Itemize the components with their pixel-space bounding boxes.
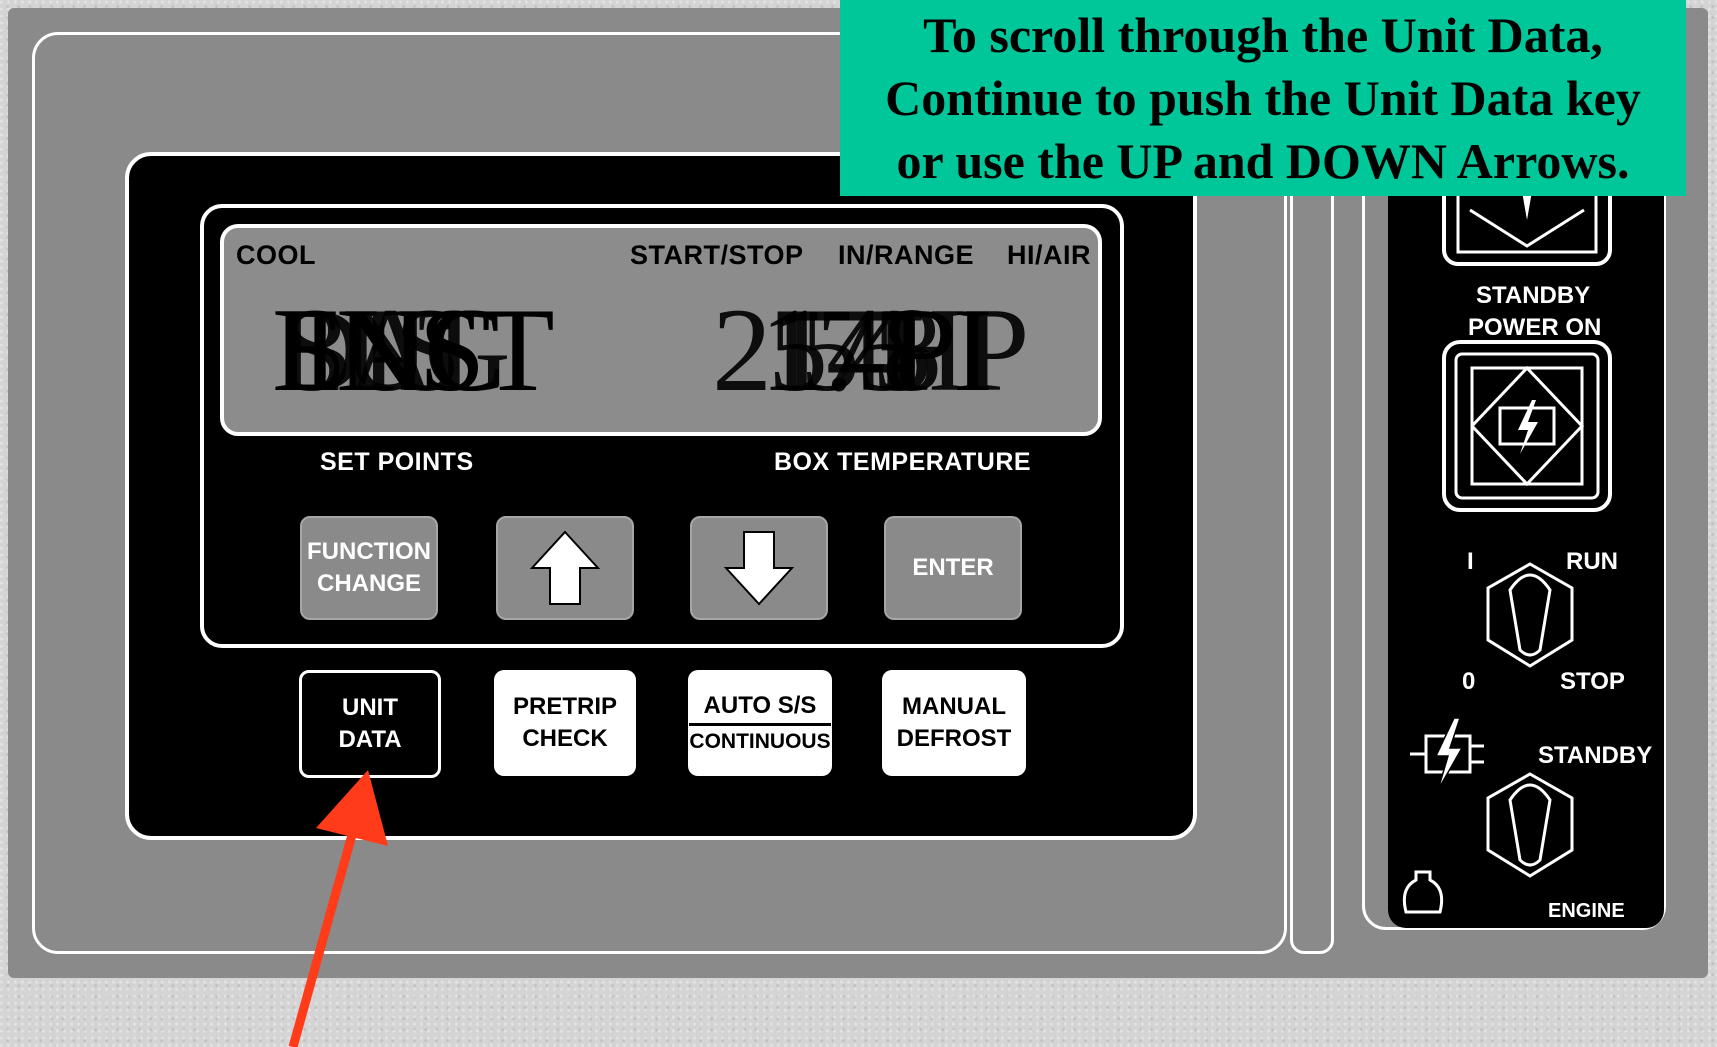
electric-motor-icon xyxy=(1410,717,1484,791)
continuous-label: CONTINUOUS xyxy=(689,729,831,753)
auto-ss-label: AUTO S/S xyxy=(689,689,831,726)
engine-icon xyxy=(1402,870,1444,914)
manual-defrost-label-1: MANUAL xyxy=(902,693,1006,720)
stop-label: STOP xyxy=(1560,668,1625,695)
manual-defrost-button[interactable]: MANUAL DEFROST xyxy=(882,670,1026,776)
pretrip-check-button[interactable]: PRETRIP CHECK xyxy=(494,670,636,776)
manual-defrost-label-2: DEFROST xyxy=(896,725,1012,752)
box-temperature-label: BOX TEMPERATURE xyxy=(774,448,1032,476)
unit-data-label-2: DATA xyxy=(338,726,402,753)
housing-divider xyxy=(1290,150,1334,954)
callout-line-2: Continue to push the Unit Data key xyxy=(885,69,1641,126)
cool-indicator: COOL xyxy=(236,240,316,270)
set-points-label: SET POINTS xyxy=(320,448,474,476)
lcd-right-readout: PI xyxy=(890,283,993,416)
callout-line-3: or use the UP and DOWN Arrows. xyxy=(896,132,1630,189)
run-stop-switch[interactable] xyxy=(1480,560,1580,670)
standby-power-switch[interactable] xyxy=(1440,338,1614,514)
engine-label: ENGINE xyxy=(1548,900,1625,918)
pretrip-label-2: CHECK xyxy=(522,725,608,752)
standby-label: STANDBY xyxy=(1538,742,1653,769)
unit-data-label-1: UNIT xyxy=(342,694,398,721)
enter-button[interactable]: ENTER xyxy=(884,516,1022,620)
lcd-left-readout: INST xyxy=(300,283,555,416)
auto-start-stop-button[interactable]: AUTO S/S CONTINUOUS xyxy=(688,670,832,776)
start-stop-indicator: START/STOP xyxy=(630,240,804,270)
down-arrow-button[interactable] xyxy=(690,516,828,620)
function-change-label-2: CHANGE xyxy=(316,570,421,597)
pretrip-label-1: PRETRIP xyxy=(512,693,617,720)
hi-air-indicator: HI/AIR xyxy=(1007,240,1091,270)
in-range-indicator: IN/RANGE xyxy=(838,240,975,270)
up-arrow-icon xyxy=(530,530,600,605)
switch-on-label: I xyxy=(1467,548,1474,575)
function-change-label-1: FUNCTION xyxy=(307,538,431,565)
callout-line-1: To scroll through the Unit Data, xyxy=(923,6,1603,63)
function-change-button[interactable]: FUNCTION CHANGE xyxy=(300,516,438,620)
enter-label: ENTER xyxy=(912,554,994,581)
down-arrow-icon xyxy=(724,531,794,606)
instruction-callout: To scroll through the Unit Data, Continu… xyxy=(840,0,1686,196)
unit-data-button[interactable]: UNIT DATA xyxy=(299,670,441,778)
up-arrow-button[interactable] xyxy=(496,516,634,620)
switch-off-label: 0 xyxy=(1462,668,1476,695)
standby-label-top: STANDBY xyxy=(1476,282,1591,309)
standby-switch[interactable] xyxy=(1480,770,1580,880)
